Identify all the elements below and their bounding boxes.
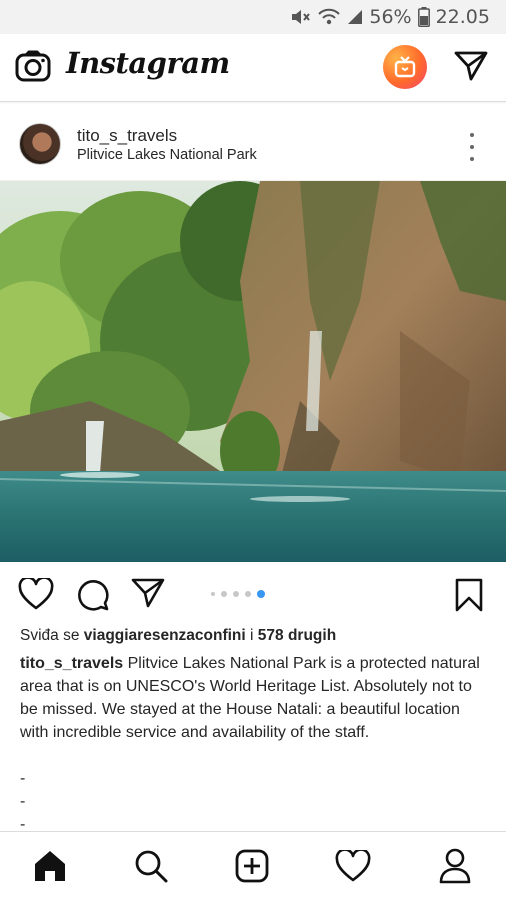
post-caption: tito_s_travels Plitvice Lakes National P… [20,652,492,744]
liker-username[interactable]: viaggiaresenzaconfini [84,627,246,644]
post-photo[interactable] [0,181,506,562]
carousel-indicator [211,590,265,598]
carousel-dot [245,591,251,597]
profile-icon[interactable] [437,848,473,884]
carousel-dot [233,591,239,597]
app-header: Instagram [0,34,506,102]
caption-dash: - [20,770,26,787]
direct-message-icon[interactable] [454,51,488,86]
post-actions [0,566,506,622]
instagram-logo: Instagram [66,46,230,80]
status-bar: 56% 22.05 [0,0,506,34]
wifi-icon [317,8,341,26]
battery-icon [417,7,430,27]
activity-icon[interactable] [335,848,371,884]
waterfall-photo [0,181,506,562]
like-heart-icon[interactable] [18,576,54,615]
signal-icon [347,9,363,25]
post-username[interactable]: tito_s_travels [77,126,177,146]
bookmark-icon[interactable] [455,578,483,617]
carousel-dot-active [257,590,265,598]
share-icon[interactable] [131,578,165,613]
caption-username[interactable]: tito_s_travels [20,655,123,672]
comment-icon[interactable] [76,578,110,617]
search-icon[interactable] [133,848,169,884]
clock: 22.05 [435,6,490,28]
avatar[interactable] [19,123,61,165]
carousel-dot [221,591,227,597]
likes-line[interactable]: Sviđa se viaggiaresenzaconfini i 578 dru… [20,627,336,645]
igtv-icon[interactable] [383,45,427,89]
likes-joiner: i [250,627,254,644]
post-location[interactable]: Plitvice Lakes National Park [77,147,257,163]
camera-icon[interactable] [15,50,51,87]
likes-others[interactable]: 578 drugih [258,627,336,644]
bottom-navigation [0,831,506,900]
home-icon[interactable] [32,848,68,884]
caption-dash: - [20,793,26,810]
new-post-icon[interactable] [234,848,270,884]
mute-icon [289,8,311,26]
likes-prefix: Sviđa se [20,627,80,644]
more-options-icon[interactable] [462,133,482,161]
post-header: tito_s_travels Plitvice Lakes National P… [0,103,506,181]
carousel-dot [211,592,215,596]
battery-percent: 56% [369,6,412,28]
